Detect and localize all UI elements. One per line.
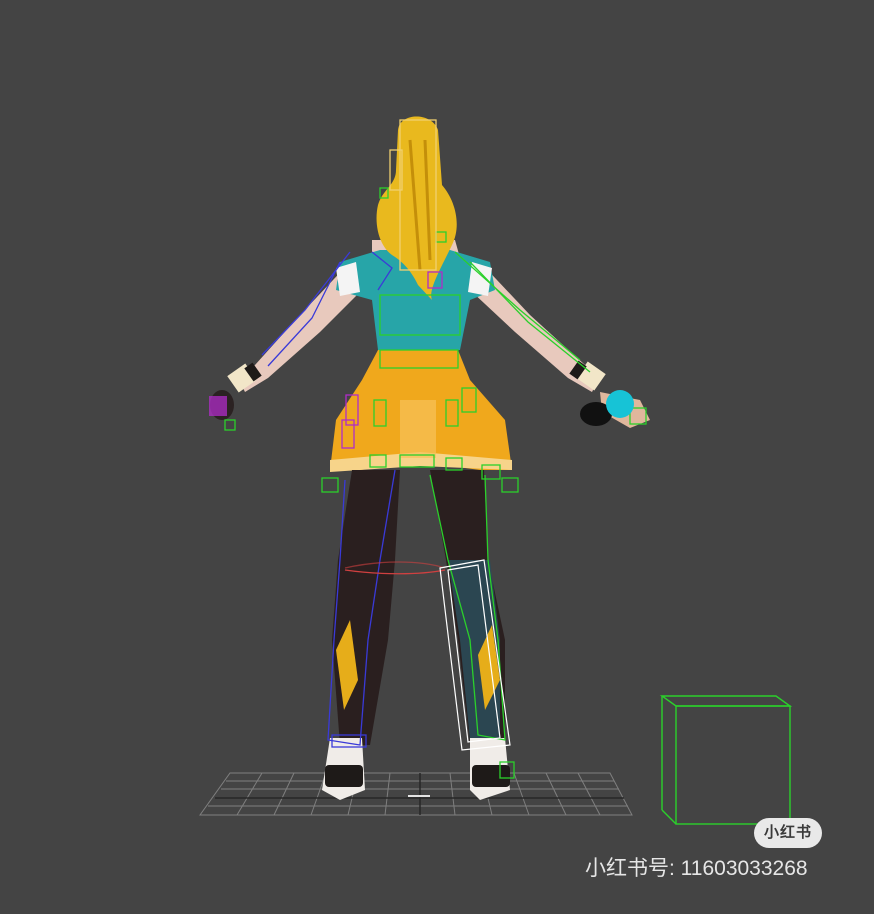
ground-grid-icon bbox=[199, 772, 633, 816]
helper-cube-icon[interactable] bbox=[659, 695, 793, 825]
watermark-logo: 小红书 bbox=[754, 818, 822, 848]
3d-viewport[interactable]: 小红书 小红书号: 11603033268 bbox=[0, 0, 874, 914]
character-model-icon[interactable] bbox=[209, 116, 650, 801]
viewport-scene bbox=[199, 116, 793, 825]
watermark-id: 小红书号: 11603033268 bbox=[585, 857, 808, 880]
